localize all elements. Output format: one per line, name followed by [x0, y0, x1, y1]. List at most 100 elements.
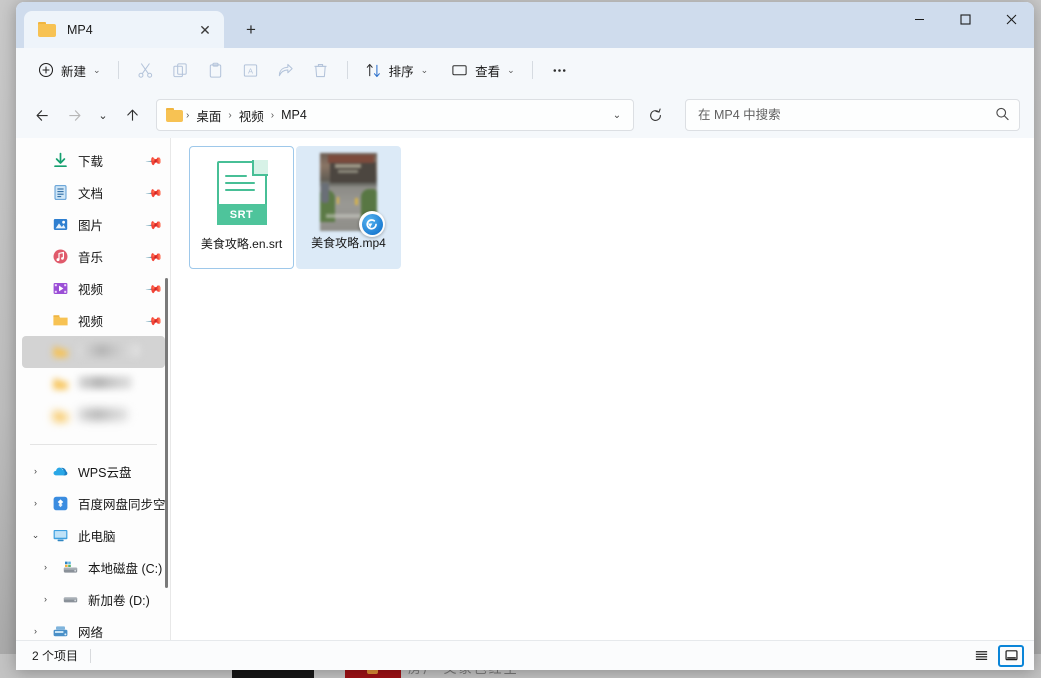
sidebar-item-blurred-2[interactable]: [22, 368, 165, 400]
close-window-icon[interactable]: [988, 2, 1034, 36]
sidebar-item-label: 百度网盘同步空: [78, 494, 165, 513]
sidebar-item-videos-folder[interactable]: 视频 📌: [22, 304, 165, 336]
sidebar-item-pictures[interactable]: 图片 📌: [22, 208, 165, 240]
search-icon[interactable]: [992, 103, 1015, 126]
address-dropdown-icon[interactable]: ⌄: [605, 102, 629, 128]
sidebar-item-music[interactable]: 音乐 📌: [22, 240, 165, 272]
pin-icon[interactable]: 📌: [146, 154, 159, 167]
svg-text:A: A: [248, 66, 254, 75]
up-button[interactable]: [116, 100, 148, 130]
srt-badge-label: SRT: [230, 209, 254, 221]
rename-button[interactable]: A: [233, 55, 268, 85]
tab-mp4[interactable]: MP4 ✕: [24, 11, 224, 48]
sort-button[interactable]: 排序 ⌄: [357, 55, 437, 85]
arrow-up-icon: [125, 108, 140, 123]
arrow-left-icon: [35, 108, 50, 123]
share-button[interactable]: [268, 55, 303, 85]
new-button-label: 新建: [61, 61, 86, 80]
search-box[interactable]: [685, 99, 1020, 131]
chevron-right-icon[interactable]: ›: [38, 562, 53, 572]
list-view-button[interactable]: [968, 645, 994, 667]
sidebar-item-wps-cloud[interactable]: › WPS云盘: [22, 455, 165, 487]
share-icon: [277, 62, 294, 79]
minimize-icon[interactable]: [896, 2, 942, 36]
folder-icon: [52, 376, 69, 393]
chevron-right-icon[interactable]: ›: [38, 594, 53, 604]
new-button[interactable]: 新建 ⌄: [30, 55, 109, 85]
back-button[interactable]: [26, 100, 58, 130]
copy-button[interactable]: [163, 55, 198, 85]
maximize-icon[interactable]: [942, 2, 988, 36]
sidebar-item-label: [78, 376, 132, 392]
file-item-srt[interactable]: SRT 美食攻略.en.srt: [189, 146, 294, 269]
sidebar-item-local-disk-c[interactable]: › 本地磁盘 (C:): [22, 551, 165, 583]
view-mode-buttons: [968, 645, 1024, 667]
tab-strip: MP4 ✕ +: [16, 2, 268, 48]
sidebar-divider: [30, 444, 157, 445]
close-tab-icon[interactable]: ✕: [192, 17, 218, 43]
window-controls: [896, 2, 1034, 36]
sidebar-item-label: 新加卷 (D:): [88, 590, 150, 609]
baidu-netdisk-icon: [52, 495, 69, 512]
breadcrumb-item-2[interactable]: MP4: [275, 104, 313, 126]
command-bar: 新建 ⌄ A 排序: [16, 48, 1034, 92]
clipboard-icon: [207, 62, 224, 79]
chevron-down-icon[interactable]: ⌄: [28, 530, 43, 541]
address-bar-row: ⌄ › 桌面 › 视频 › MP4 ⌄: [16, 92, 1034, 138]
title-bar: MP4 ✕ +: [16, 2, 1034, 48]
sidebar-item-documents[interactable]: 文档 📌: [22, 176, 165, 208]
pictures-icon: [52, 216, 69, 233]
file-item-mp4[interactable]: 美食攻略.mp4: [296, 146, 401, 269]
drive-icon: [62, 591, 79, 608]
sidebar-item-label: [78, 344, 140, 360]
breadcrumb-item-0[interactable]: 桌面: [190, 102, 227, 129]
file-name-label: 美食攻略.mp4: [311, 236, 386, 251]
status-divider: [90, 649, 91, 663]
plus-circle-icon: [38, 62, 54, 78]
address-bar[interactable]: › 桌面 › 视频 › MP4 ⌄: [156, 99, 634, 131]
sidebar-item-blurred-3[interactable]: [22, 400, 165, 432]
sidebar-scrollbar-thumb[interactable]: [165, 278, 168, 588]
search-input[interactable]: [698, 108, 996, 122]
sidebar-item-downloads[interactable]: 下载 📌: [22, 144, 165, 176]
pin-icon[interactable]: 📌: [146, 314, 159, 327]
copy-icon: [172, 62, 189, 79]
videos-icon: [52, 280, 69, 297]
view-icon: [451, 62, 468, 79]
cut-button[interactable]: [128, 55, 163, 85]
sidebar-item-label: 音乐: [78, 247, 103, 266]
sidebar-item-blurred-1[interactable]: [22, 336, 165, 368]
large-icons-view-button[interactable]: [998, 645, 1024, 667]
items-grid: SRT 美食攻略.en.srt: [189, 146, 1034, 269]
rename-icon: A: [242, 62, 259, 79]
chevron-right-icon[interactable]: ›: [28, 466, 43, 476]
sidebar-item-this-pc[interactable]: ⌄ 此电脑: [22, 519, 165, 551]
file-explorer-window: MP4 ✕ + 新建 ⌄: [16, 2, 1034, 670]
chevron-right-icon[interactable]: ›: [28, 498, 43, 508]
refresh-button[interactable]: [639, 100, 671, 130]
network-icon: [52, 623, 69, 640]
sidebar-item-new-volume-d[interactable]: › 新加卷 (D:): [22, 583, 165, 615]
new-tab-icon[interactable]: +: [234, 14, 268, 46]
file-thumbnail: [315, 153, 383, 231]
more-options-button[interactable]: [542, 55, 577, 85]
sidebar-item-videos-library[interactable]: 视频 📌: [22, 272, 165, 304]
sidebar-item-network[interactable]: › 网络: [22, 615, 165, 640]
forward-button[interactable]: [58, 100, 90, 130]
file-list-view[interactable]: SRT 美食攻略.en.srt: [171, 138, 1034, 640]
pin-icon[interactable]: 📌: [146, 186, 159, 199]
toolbar-divider-1: [118, 61, 119, 79]
delete-button[interactable]: [303, 55, 338, 85]
pin-icon[interactable]: 📌: [146, 250, 159, 263]
chevron-right-icon[interactable]: ›: [28, 626, 43, 636]
pin-icon[interactable]: 📌: [146, 282, 159, 295]
recent-locations-button[interactable]: ⌄: [90, 100, 116, 130]
pin-icon[interactable]: 📌: [146, 218, 159, 231]
sidebar-item-label: 下载: [78, 151, 103, 170]
item-count-label: 2 个项目: [32, 647, 78, 664]
breadcrumb-item-1[interactable]: 视频: [233, 102, 270, 129]
breadcrumb-separator: ›: [227, 110, 232, 121]
sidebar-item-baidu-netdisk[interactable]: › 百度网盘同步空: [22, 487, 165, 519]
view-button[interactable]: 查看 ⌄: [443, 55, 523, 85]
paste-button[interactable]: [198, 55, 233, 85]
